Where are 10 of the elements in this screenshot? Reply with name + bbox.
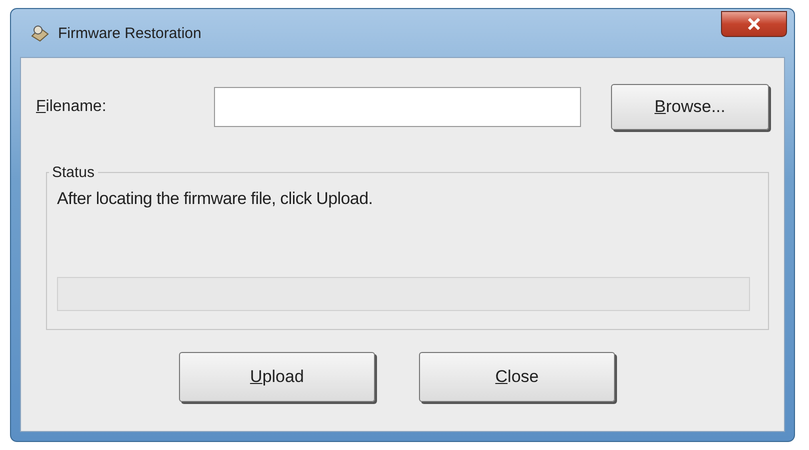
app-icon <box>30 24 50 42</box>
close-button[interactable]: Close <box>419 352 615 402</box>
upload-button[interactable]: Upload <box>179 352 375 402</box>
window-title: Firmware Restoration <box>58 24 202 42</box>
filename-field[interactable] <box>214 87 581 127</box>
status-title: Status <box>51 164 96 181</box>
filename-label: Filename: <box>36 98 108 116</box>
status-message: After locating the firmware file, click Upload. <box>57 189 374 209</box>
close-icon[interactable] <box>721 11 787 37</box>
browse-button[interactable]: Browse... <box>610 84 769 130</box>
